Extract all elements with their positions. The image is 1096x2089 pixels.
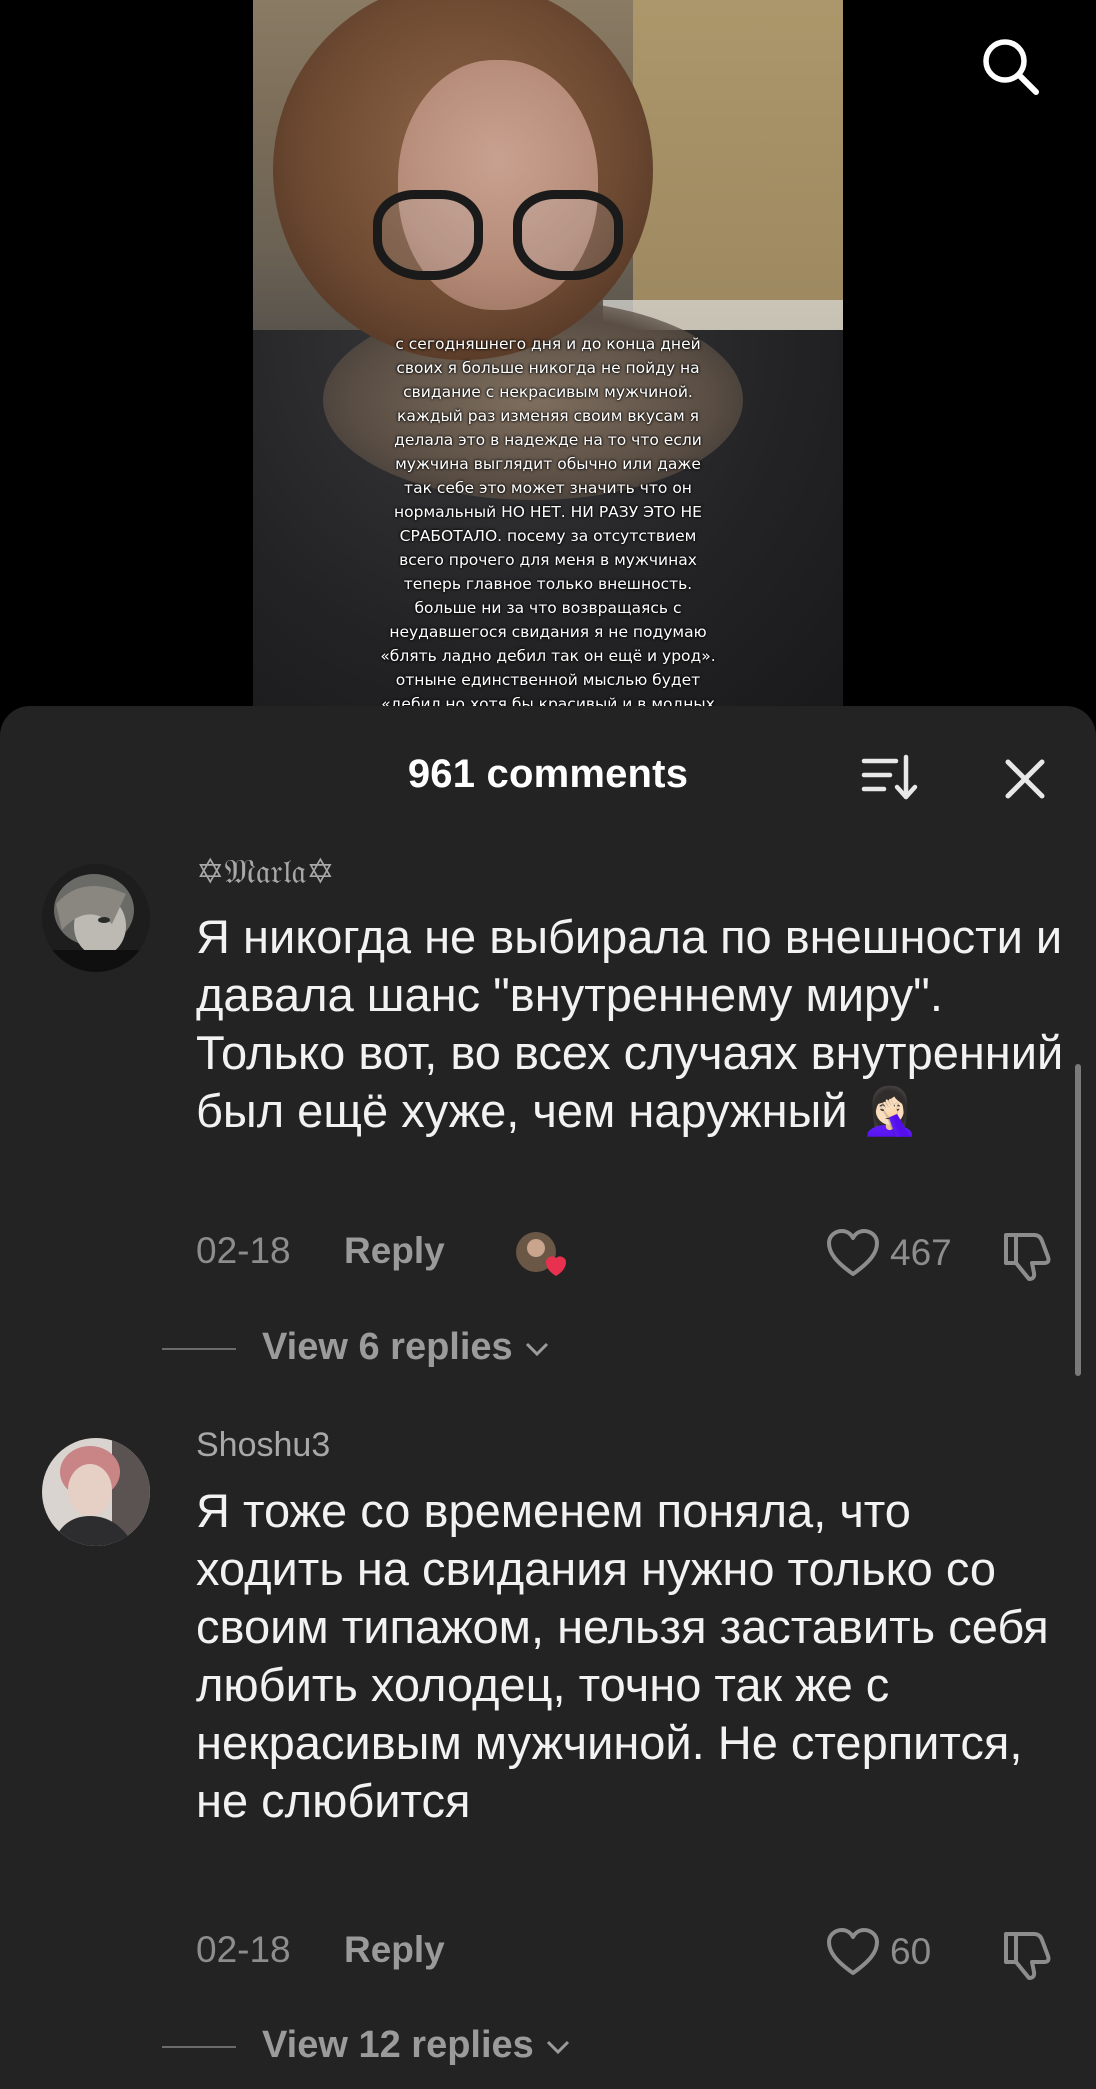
video-building <box>633 0 843 330</box>
like-count: 60 <box>890 1931 932 1972</box>
video-glasses <box>373 190 623 285</box>
video-caption-text: с сегодняшнего дня и до конца дней своих… <box>380 335 716 710</box>
replies-divider <box>162 1348 236 1350</box>
comment-username[interactable]: ✡𝔐𝔞𝔯𝔩𝔞✡ <box>196 852 335 892</box>
search-icon[interactable] <box>978 34 1042 98</box>
comments-count-title: 961 comments <box>407 752 689 796</box>
comment-date: 02-18 <box>196 1230 291 1271</box>
comment-date: 02-18 <box>196 1929 291 1970</box>
like-count: 467 <box>890 1232 952 1273</box>
chevron-down-icon <box>526 1342 549 1357</box>
close-icon[interactable] <box>1000 754 1050 804</box>
heart-icon[interactable] <box>826 1228 880 1278</box>
avatar[interactable] <box>42 864 150 972</box>
replies-divider <box>162 2046 236 2048</box>
comment-meta: 02-18 Reply <box>196 1230 445 1272</box>
comment-text: Я тоже со временем поняла, что ходить на… <box>196 1484 1049 1827</box>
view-replies-label[interactable]: View 12 replies <box>262 2024 572 2067</box>
reply-button[interactable]: Reply <box>344 1230 445 1272</box>
dislike-icon[interactable] <box>1000 1926 1056 1982</box>
comment-text: Я никогда не выбирала по внешности и дав… <box>196 910 1064 1137</box>
dislike-icon[interactable] <box>1000 1227 1056 1283</box>
view-replies-label[interactable]: View 6 replies <box>262 1326 551 1369</box>
sort-icon[interactable] <box>860 749 920 805</box>
video-player[interactable]: с сегодняшнего дня и до конца дней своих… <box>253 0 843 710</box>
scrollbar[interactable] <box>1075 1064 1081 1376</box>
reply-button[interactable]: Reply <box>344 1929 445 1971</box>
chevron-down-icon <box>547 2040 570 2055</box>
comments-sheet: 961 comments ✡𝔐𝔞𝔯𝔩𝔞✡ Я никогда не выбира… <box>0 706 1096 2089</box>
like-button[interactable]: 467 <box>826 1228 986 1278</box>
like-button[interactable]: 60 <box>826 1927 986 1977</box>
creator-liked-badge-icon <box>516 1232 566 1276</box>
comment-username[interactable]: Shoshu3 <box>196 1426 330 1465</box>
comment-meta: 02-18 Reply <box>196 1929 445 1971</box>
avatar[interactable] <box>42 1438 150 1546</box>
heart-icon[interactable] <box>826 1927 880 1977</box>
